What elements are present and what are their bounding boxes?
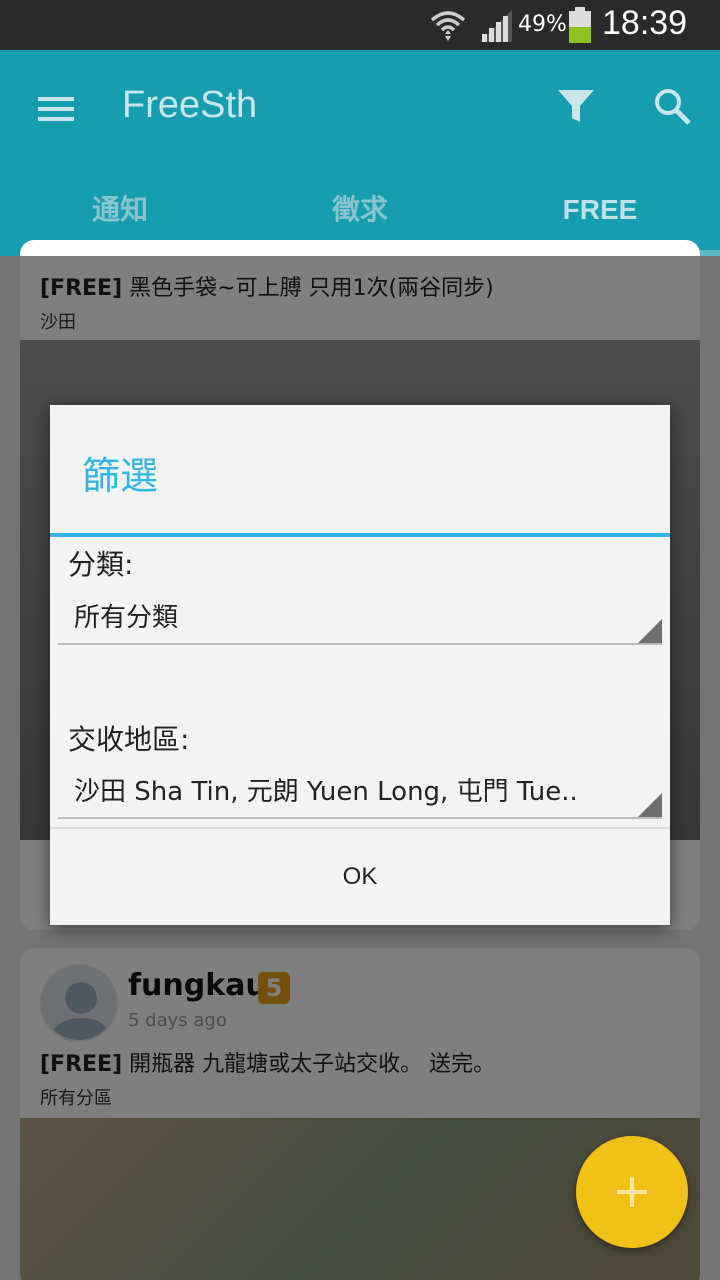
clock: 18:39 [602, 4, 688, 42]
wifi-icon [430, 11, 466, 41]
ok-button[interactable]: OK [50, 829, 670, 925]
category-dropdown[interactable]: 所有分類 [58, 583, 662, 645]
menu-icon[interactable] [36, 92, 76, 126]
signal-icon [480, 10, 512, 42]
category-label: 分類: [68, 548, 134, 581]
dropdown-arrow-icon [638, 619, 662, 643]
add-post-button[interactable]: + [576, 1136, 688, 1248]
battery-icon [569, 7, 591, 43]
filter-icon[interactable] [556, 86, 596, 126]
app-title: FreeSth [122, 84, 258, 126]
plus-icon: + [611, 1163, 653, 1219]
dialog-title: 篩選 [82, 454, 159, 498]
dropdown-arrow-icon [638, 793, 662, 817]
app-bar: FreeSth 通知 徵求 FREE [0, 50, 720, 256]
battery-percent: 49% [518, 12, 567, 37]
tab-free[interactable]: FREE [480, 170, 720, 250]
search-icon[interactable] [652, 86, 692, 126]
filter-dialog: 篩選 分類: 所有分類 交收地區: 沙田 Sha Tin, 元朗 Yuen Lo… [50, 405, 670, 925]
category-value: 所有分類 [74, 603, 179, 633]
region-dropdown[interactable]: 沙田 Sha Tin, 元朗 Yuen Long, 屯門 Tue.. [58, 757, 662, 819]
tab-notifications[interactable]: 通知 [0, 170, 240, 250]
tab-wanted[interactable]: 徵求 [240, 170, 480, 250]
region-label: 交收地區: [68, 723, 190, 756]
dialog-title-divider [50, 533, 670, 537]
status-bar: 49% 18:39 [0, 0, 720, 50]
region-value: 沙田 Sha Tin, 元朗 Yuen Long, 屯門 Tue.. [74, 777, 578, 807]
